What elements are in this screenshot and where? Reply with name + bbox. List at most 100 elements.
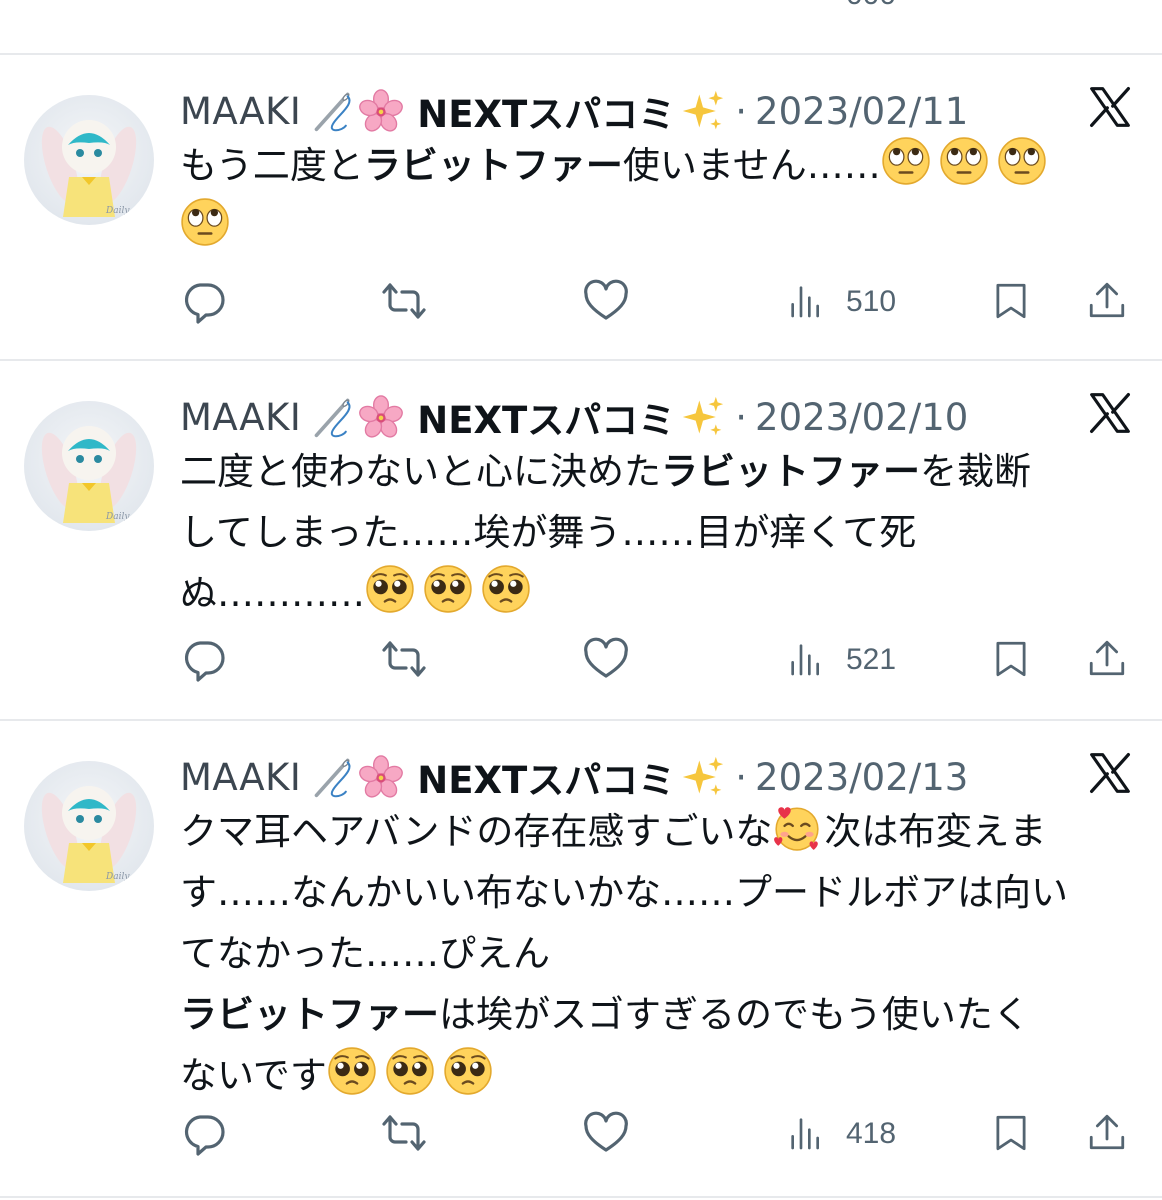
x-logo-icon[interactable] xyxy=(1088,391,1132,435)
sparkles-icon xyxy=(681,755,725,799)
tweet-text: クマ耳ヘアバンドの存在感すごいな 次は布変えま す……なんかいい布ないかな……プー… xyxy=(180,801,1130,1106)
reply-icon[interactable] xyxy=(180,1109,228,1157)
bookmark-icon[interactable] xyxy=(990,635,1032,683)
doll-avatar-image: Daily xyxy=(41,120,137,217)
tweet-date[interactable]: 2023/02/11 xyxy=(755,90,968,133)
highlighted-keyword: ラビットファー xyxy=(363,144,623,187)
pleading-face-icon xyxy=(423,564,473,614)
text-segment: 次は布変えま xyxy=(824,810,1047,853)
face-with-rolling-eyes-icon xyxy=(939,136,989,186)
pleading-face-icon xyxy=(327,1046,377,1096)
sparkles-icon xyxy=(681,89,725,133)
svg-text:Daily: Daily xyxy=(105,512,130,522)
tweet-item[interactable]: Daily MAAKI NEXTスパコミ · 2023/02/13 クマ耳ヘアバ… xyxy=(0,721,1162,1196)
retweet-icon[interactable] xyxy=(380,277,428,325)
svg-text:Daily: Daily xyxy=(105,872,130,882)
reply-icon[interactable] xyxy=(180,0,228,12)
like-icon[interactable] xyxy=(582,635,630,683)
bookmark-icon[interactable] xyxy=(990,1109,1032,1157)
face-with-rolling-eyes-icon xyxy=(997,136,1047,186)
share-icon[interactable] xyxy=(1086,277,1128,323)
text-segment: は埃がスゴすぎるのでもう使いたく xyxy=(439,993,1030,1036)
reply-icon[interactable] xyxy=(180,277,228,325)
sewing-needle-icon xyxy=(311,755,355,799)
author-handle[interactable]: MAAKI xyxy=(180,756,301,799)
tweet-header: MAAKI NEXTスパコミ · 2023/02/10 xyxy=(180,389,1080,445)
text-segment: す……なんかいい布ないかな……プードルボアは向い xyxy=(180,871,1068,914)
views-icon[interactable] xyxy=(786,639,826,679)
tweet-item[interactable]: Daily MAAKI NEXTスパコミ · 2023/02/11 もう二度とラ… xyxy=(0,55,1162,360)
cherry-blossom-icon xyxy=(359,395,403,439)
reply-icon[interactable] xyxy=(180,635,228,683)
text-segment: してしまった……埃が舞う……目が痒くて死 xyxy=(180,511,917,554)
tweet-text: 二度と使わないと心に決めたラビットファーを裁断 してしまった……埃が舞う……目が… xyxy=(180,441,1130,624)
views-icon[interactable] xyxy=(786,1113,826,1153)
share-icon[interactable] xyxy=(1086,635,1128,681)
tweet-header: MAAKI NEXTスパコミ · 2023/02/13 xyxy=(180,749,1080,805)
tweet-text: もう二度とラビットファー使いません…… xyxy=(180,135,1130,257)
author-handle[interactable]: MAAKI xyxy=(180,396,301,439)
author-display-name[interactable]: NEXTスパコミ xyxy=(417,390,675,444)
sparkles-icon xyxy=(681,395,725,439)
svg-text:Daily: Daily xyxy=(105,206,130,216)
retweet-icon[interactable] xyxy=(380,0,428,12)
views-count: 521 xyxy=(846,643,897,676)
divider xyxy=(0,1196,1162,1198)
bookmark-icon[interactable] xyxy=(990,0,1032,8)
pleading-face-icon xyxy=(385,1046,435,1096)
share-icon[interactable] xyxy=(1086,0,1128,8)
tweet-header: MAAKI NEXTスパコミ · 2023/02/11 xyxy=(180,83,1080,139)
cherry-blossom-icon xyxy=(359,755,403,799)
tweet-date[interactable]: 2023/02/13 xyxy=(755,756,968,799)
retweet-icon[interactable] xyxy=(380,1109,428,1157)
text-segment: てなかった……ぴえん xyxy=(180,932,550,975)
views-icon[interactable] xyxy=(786,281,826,321)
like-icon[interactable] xyxy=(582,1109,630,1157)
views-count: 418 xyxy=(846,1117,897,1150)
avatar[interactable]: Daily xyxy=(24,401,154,531)
x-logo-icon[interactable] xyxy=(1088,85,1132,129)
pleading-face-icon xyxy=(481,564,531,614)
retweet-icon[interactable] xyxy=(380,635,428,683)
x-logo-icon[interactable] xyxy=(1088,751,1132,795)
cherry-blossom-icon xyxy=(359,89,403,133)
tweet-date[interactable]: 2023/02/10 xyxy=(755,396,968,439)
like-icon[interactable] xyxy=(582,0,630,12)
author-display-name[interactable]: NEXTスパコミ xyxy=(417,84,675,138)
avatar[interactable]: Daily xyxy=(24,95,154,225)
text-segment: ぬ………… xyxy=(180,572,365,615)
author-handle[interactable]: MAAKI xyxy=(180,90,301,133)
text-segment: を裁断 xyxy=(920,450,1031,493)
face-with-rolling-eyes-icon xyxy=(881,136,931,186)
separator-dot: · xyxy=(735,395,748,439)
bookmark-icon[interactable] xyxy=(990,277,1032,325)
sewing-needle-icon xyxy=(311,395,355,439)
avatar[interactable]: Daily xyxy=(24,761,154,891)
tweet-actions: 521 xyxy=(0,635,1162,685)
highlighted-keyword: ラビットファー xyxy=(180,993,439,1036)
smiling-face-with-hearts-icon xyxy=(772,802,822,852)
text-segment: 使いません…… xyxy=(622,144,881,187)
views-icon[interactable] xyxy=(786,0,826,8)
separator-dot: · xyxy=(735,89,748,133)
author-display-name[interactable]: NEXTスパコミ xyxy=(417,750,675,804)
face-with-rolling-eyes-icon xyxy=(180,197,230,247)
highlighted-keyword: ラビットファー xyxy=(661,450,920,493)
text-segment: ないです xyxy=(180,1054,327,1097)
like-icon[interactable] xyxy=(582,277,630,325)
share-icon[interactable] xyxy=(1086,1109,1128,1155)
doll-avatar-image: Daily xyxy=(41,426,137,523)
doll-avatar-image: Daily xyxy=(41,786,137,883)
pleading-face-icon xyxy=(443,1046,493,1096)
tweet-actions: 510 xyxy=(0,277,1162,327)
views-count-partial: 000 xyxy=(846,0,896,12)
views-count: 510 xyxy=(846,285,897,318)
tweet-item[interactable]: Daily MAAKI NEXTスパコミ · 2023/02/10 二度と使わな… xyxy=(0,361,1162,719)
text-segment: クマ耳ヘアバンドの存在感すごいな xyxy=(180,810,773,853)
separator-dot: · xyxy=(735,755,748,799)
text-segment: 二度と使わないと心に決めた xyxy=(180,450,661,493)
pleading-face-icon xyxy=(365,564,415,614)
tweet-actions: 418 xyxy=(0,1109,1162,1159)
sewing-needle-icon xyxy=(311,89,355,133)
text-segment: もう二度と xyxy=(180,144,364,187)
